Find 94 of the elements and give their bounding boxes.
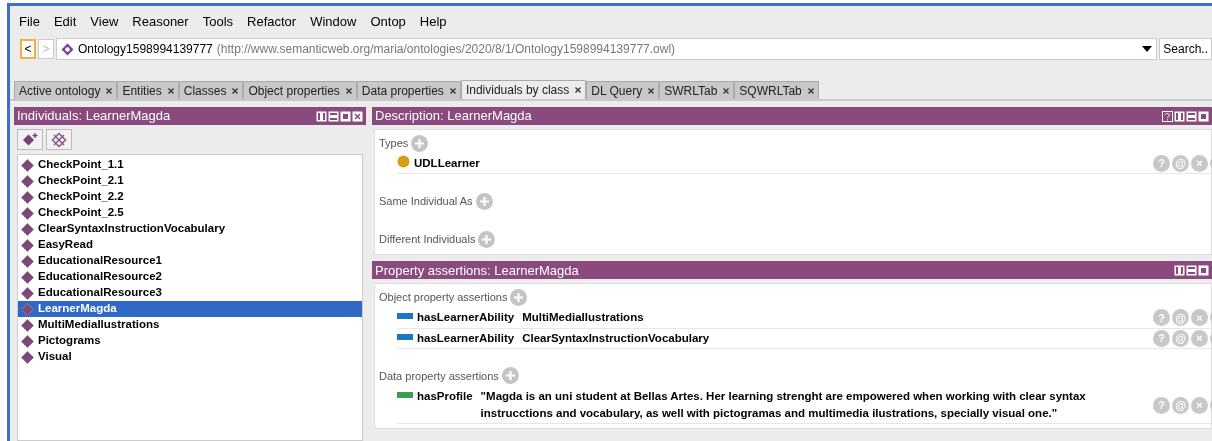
individual-icon <box>21 190 34 204</box>
ontology-iri: (http://www.semanticweb.org/maria/ontologies/2020/8/1/Ontology1598994139777.owl) <box>216 41 677 58</box>
list-item[interactable]: LearnerMagda <box>18 301 362 317</box>
property-icon <box>397 391 413 398</box>
property-name: hasProfile <box>417 388 473 404</box>
individual-icon <box>21 238 34 252</box>
tab[interactable]: Entities <box>117 81 179 99</box>
tab[interactable]: Individuals by class <box>460 80 587 99</box>
list-item[interactable]: CheckPoint_2.1 <box>18 173 362 189</box>
maximize-icon[interactable] <box>1198 110 1209 122</box>
section-label: Same Individual As <box>379 194 473 209</box>
property-icon <box>397 333 413 340</box>
close-icon[interactable] <box>807 87 814 94</box>
property-value: MultiMediaIlustrations <box>522 310 645 326</box>
panel-title: Individuals: LearnerMagda <box>17 107 172 126</box>
individual-icon <box>21 206 34 220</box>
section-label: Different Individuals <box>379 232 476 247</box>
list-item[interactable]: CheckPoint_2.5 <box>18 205 362 221</box>
split-icon[interactable] <box>316 110 327 122</box>
individual-icon <box>21 174 34 188</box>
tab[interactable]: SQWRLTab <box>734 81 819 99</box>
menu-item[interactable]: Tools <box>195 10 241 34</box>
list-item[interactable]: ClearSyntaxInstructionVocabulary <box>18 221 362 237</box>
property-icon <box>397 313 413 320</box>
class-icon <box>397 155 410 168</box>
help-icon[interactable] <box>1162 110 1173 122</box>
menu-item[interactable]: Edit <box>46 10 84 34</box>
split-icon[interactable] <box>1186 264 1197 276</box>
split-icon[interactable] <box>328 110 339 122</box>
split-icon[interactable] <box>1174 110 1185 122</box>
tab[interactable]: Data properties <box>356 81 461 99</box>
individual-icon <box>21 270 34 284</box>
maximize-icon[interactable] <box>340 110 351 122</box>
close-icon[interactable] <box>345 87 352 94</box>
property-name: hasLearnerAbility <box>417 310 515 326</box>
property-value: "Magda is an uni student at Bellas Artes. Her learning strenght are empowered when working with clear syntax instrucctions and vocabulary, as well with pictogramas and multimedia ilustrations, specially visual one." <box>480 388 1087 421</box>
panel-title: Description: LearnerMagda <box>375 107 533 126</box>
menu-item[interactable]: Help <box>412 10 454 34</box>
section-label: Types <box>379 135 409 151</box>
list-item[interactable]: EasyRead <box>18 237 362 253</box>
list-item[interactable]: Visual <box>18 349 362 365</box>
close-icon[interactable] <box>723 87 730 94</box>
list-item[interactable]: Pictograms <box>18 333 362 349</box>
menu-item[interactable]: File <box>12 10 47 34</box>
menu-item[interactable]: View <box>83 10 126 34</box>
tab[interactable]: Object properties <box>243 81 357 99</box>
address-field[interactable]: Ontology1598994139777 (http://www.semanticweb.org/maria/ontologies/2020/8/1/Ontology1598994139777.owl) <box>56 38 1158 60</box>
list-item[interactable]: CheckPoint_1.1 <box>18 157 362 173</box>
delete-individual-button[interactable] <box>46 129 72 150</box>
tab[interactable]: Classes <box>178 81 244 99</box>
diamond-cross-icon <box>51 131 67 148</box>
back-button[interactable]: < <box>20 39 36 59</box>
search-button[interactable]: Search.. <box>1159 38 1212 60</box>
class-name: UDLLearner <box>414 156 480 171</box>
list-item[interactable]: EducationalResource1 <box>18 253 362 269</box>
list-item[interactable]: CheckPoint_2.2 <box>18 189 362 205</box>
close-icon[interactable] <box>449 87 456 94</box>
close-icon[interactable] <box>232 87 239 94</box>
ontology-icon <box>61 42 74 56</box>
individual-icon <box>21 254 34 268</box>
split-icon[interactable] <box>1186 110 1197 122</box>
close-icon[interactable] <box>352 110 363 122</box>
menu-item[interactable]: Refactor <box>240 10 304 34</box>
individual-icon <box>21 350 34 364</box>
tab[interactable]: SWRLTab <box>659 81 735 99</box>
list-item[interactable]: EducationalResource3 <box>18 285 362 301</box>
section-label: Data property assertions <box>379 368 499 384</box>
list-item[interactable]: MultiMediaIlustrations <box>18 317 362 333</box>
dropdown-icon[interactable] <box>1142 46 1153 52</box>
tab[interactable]: DL Query <box>586 81 660 99</box>
individual-icon <box>21 302 34 316</box>
list-item[interactable]: EducationalResource2 <box>18 269 362 285</box>
tab[interactable]: Active ontology <box>14 81 118 99</box>
section-label: Object property assertions <box>379 290 508 305</box>
close-icon[interactable] <box>575 87 582 93</box>
diamond-plus-icon <box>22 132 38 147</box>
split-icon[interactable] <box>1174 264 1185 276</box>
individual-icon <box>21 318 34 332</box>
ontology-name: Ontology1598994139777 <box>78 41 213 58</box>
individual-icon <box>21 286 34 300</box>
individual-icon <box>21 222 34 236</box>
maximize-icon[interactable] <box>1198 264 1209 276</box>
property-value: ClearSyntaxInstructionVocabulary <box>522 330 711 346</box>
individual-icon <box>21 158 34 172</box>
menu-item[interactable]: Window <box>303 10 364 34</box>
menu-item[interactable]: Reasoner <box>125 10 196 34</box>
close-icon[interactable] <box>648 87 655 94</box>
close-icon[interactable] <box>167 87 174 94</box>
panel-title: Property assertions: LearnerMagda <box>375 261 580 280</box>
close-icon[interactable] <box>106 87 113 94</box>
add-individual-button[interactable] <box>17 129 43 150</box>
individual-icon <box>21 334 34 348</box>
property-name: hasLearnerAbility <box>417 330 515 346</box>
menu-item[interactable]: Ontop <box>363 10 413 34</box>
